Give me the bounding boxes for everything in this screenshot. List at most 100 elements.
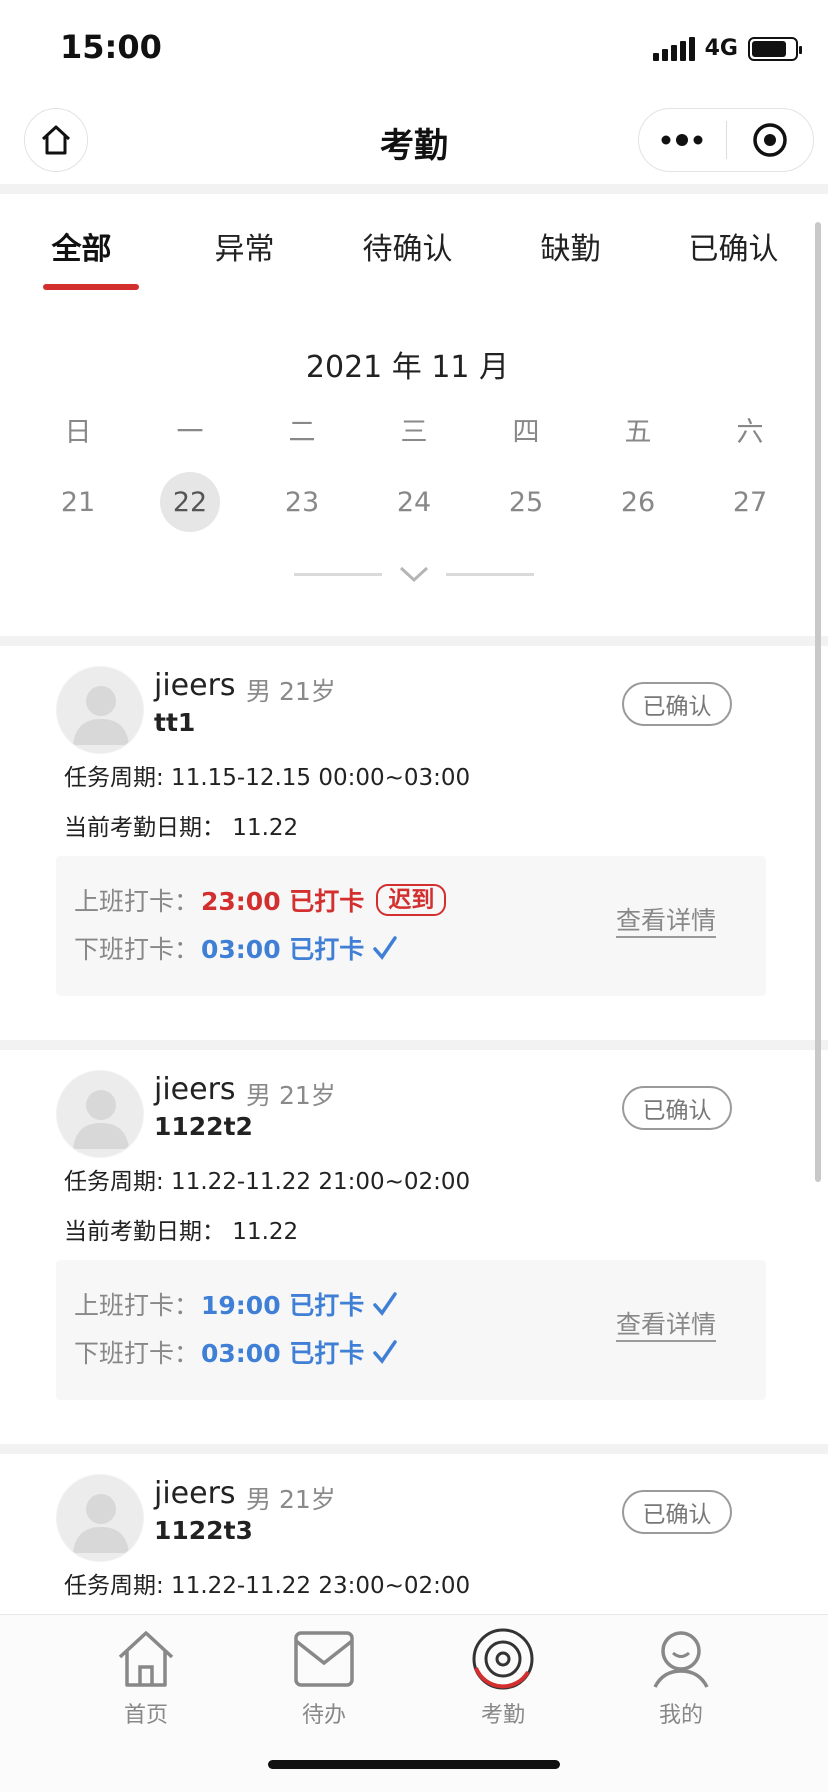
clock-out-row: 下班打卡： 03:00 已打卡 [74,1334,398,1370]
punch-summary: 上班打卡： 23:00 已打卡 迟到 下班打卡： 03:00 已打卡 查看详情 [56,856,766,996]
attendance-date: 当前考勤日期： 11.22 [64,1219,299,1245]
scrollbar[interactable] [815,222,821,1182]
late-tag: 迟到 [376,884,447,916]
tabbar-label: 我的 [658,1703,703,1728]
more-button[interactable] [639,109,726,171]
tabbar-label: 待办 [301,1703,346,1728]
person-silhouette-icon [73,1090,129,1149]
task-period: 任务周期: 11.22-11.22 23:00~02:00 [64,1573,471,1599]
view-details-link[interactable]: 查看详情 [616,906,717,938]
task-period: 任务周期: 11.15-12.15 00:00~03:00 [64,765,471,791]
check-icon [372,1339,398,1365]
person-meta: 男 21岁 [246,677,336,706]
date-number: 27 [732,486,768,518]
person-silhouette-icon [73,1494,129,1553]
tabbar-label: 首页 [123,1703,168,1728]
clock-out-label: 下班打卡： [74,935,200,964]
calendar-date[interactable]: 23 [246,472,358,532]
attendance-date: 当前考勤日期： 11.22 [64,815,299,841]
calendar-date[interactable]: 27 [694,472,806,532]
status-bar: 15:00 4G [0,0,828,100]
attendance-card: jieers 男 21岁 tt1 已确认 任务周期: 11.15-12.15 0… [0,646,815,1040]
active-tab-indicator [43,284,139,290]
weekday-label: 四 [512,417,540,448]
task-name: 1122t3 [154,1516,253,1545]
tabbar-attendance[interactable]: 考勤 [443,1623,563,1729]
date-number: 24 [396,486,432,518]
date-number: 25 [508,486,544,518]
clock-out-row: 下班打卡： 03:00 已打卡 [74,930,398,966]
clock-in-row: 上班打卡： 19:00 已打卡 [74,1286,398,1322]
person-meta: 男 21岁 [246,1081,336,1110]
weekday-label: 日 [64,417,92,448]
avatar [56,666,144,754]
chevron-down-icon [399,566,429,583]
task-name: tt1 [154,708,196,737]
tab-all[interactable]: 全部 [0,194,163,298]
tabbar-home[interactable]: 首页 [86,1623,206,1729]
clock-in-value: 19:00 已打卡 [201,1291,365,1320]
network-label: 4G [704,36,738,61]
date-number: 23 [284,486,320,518]
home-indicator [268,1760,560,1769]
weekday-label: 二 [288,417,316,448]
divider [0,1444,828,1454]
date-row: 21 22 23 24 25 26 27 [22,472,806,532]
mail-icon [294,1631,354,1687]
calendar-date[interactable]: 24 [358,472,470,532]
status-badge: 已确认 [622,1086,732,1130]
battery-icon [748,36,802,61]
tab-abnormal[interactable]: 异常 [163,194,326,298]
divider [0,1040,828,1050]
attendance-icon [472,1628,534,1690]
status-time: 15:00 [60,28,162,66]
filter-tabs: 全部 异常 待确认 缺勤 已确认 [0,194,815,298]
divider [0,184,828,194]
calendar-date-selected[interactable]: 22 [134,472,246,532]
calendar-date[interactable]: 25 [470,472,582,532]
target-close-icon [753,123,787,157]
home-icon [118,1631,174,1687]
weekday-row: 日 一 二 三 四 五 六 [22,410,806,449]
person-name: jieers [154,1072,236,1107]
clock-in-row: 上班打卡： 23:00 已打卡 迟到 [74,882,447,918]
date-number: 26 [620,486,656,518]
date-number: 21 [60,486,96,518]
mini-program-capsule [638,108,814,172]
more-icon [661,134,703,146]
person-name: jieers [154,668,236,703]
clock-out-value: 03:00 已打卡 [201,1339,365,1368]
task-name: 1122t2 [154,1112,253,1141]
status-indicators: 4G [652,36,802,61]
calendar-date[interactable]: 21 [22,472,134,532]
weekday-label: 六 [736,417,764,448]
clock-in-value: 23:00 已打卡 [201,887,365,916]
check-icon [372,1291,398,1317]
tabbar-todo[interactable]: 待办 [264,1623,384,1729]
calendar-expand-toggle[interactable] [294,556,534,592]
status-badge: 已确认 [622,682,732,726]
clock-out-label: 下班打卡： [74,1339,200,1368]
person-meta: 男 21岁 [246,1485,336,1514]
nav-bar: 考勤 [0,100,828,184]
view-details-link[interactable]: 查看详情 [616,1310,717,1342]
close-button[interactable] [727,109,814,171]
tabbar-mine[interactable]: 我的 [621,1623,741,1729]
calendar-month: 2021 年 11 月 [305,350,510,385]
calendar-date[interactable]: 26 [582,472,694,532]
weekday-label: 一 [176,417,204,448]
weekday-label: 三 [400,417,428,448]
person-silhouette-icon [73,686,129,745]
clock-in-label: 上班打卡： [74,887,200,916]
tab-confirmed[interactable]: 已确认 [652,194,815,298]
divider-line [294,572,382,576]
tab-absent[interactable]: 缺勤 [489,194,652,298]
week-calendar: 2021 年 11 月 日 一 二 三 四 五 六 21 22 23 24 25… [0,300,815,630]
task-period: 任务周期: 11.22-11.22 21:00~02:00 [64,1169,471,1195]
avatar [56,1474,144,1562]
punch-summary: 上班打卡： 19:00 已打卡 下班打卡： 03:00 已打卡 查看详情 [56,1260,766,1400]
status-badge: 已确认 [622,1490,732,1534]
attendance-card: jieers 男 21岁 1122t2 已确认 任务周期: 11.22-11.2… [0,1050,815,1444]
tab-pending[interactable]: 待确认 [326,194,489,298]
person-name: jieers [154,1476,236,1511]
